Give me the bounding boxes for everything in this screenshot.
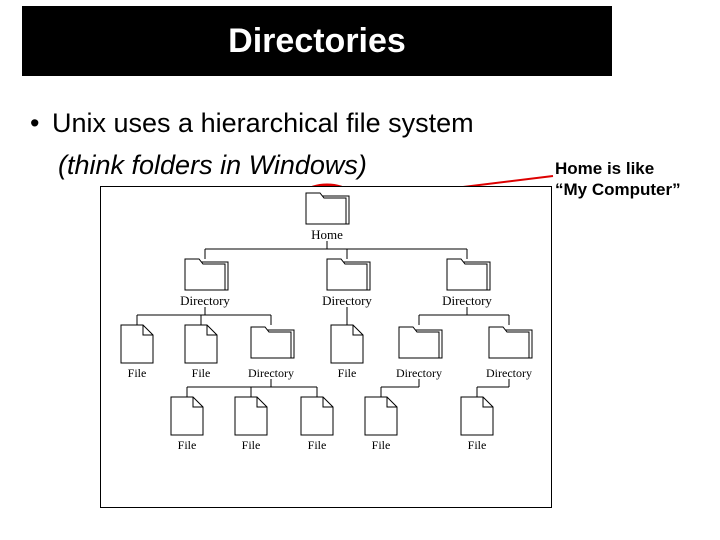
file-icon (235, 397, 267, 435)
file-icon (171, 397, 203, 435)
folder-icon (185, 259, 228, 290)
l3d-label: File (372, 438, 391, 452)
l2c1-label: Directory (396, 366, 442, 380)
l1b-label: Directory (322, 293, 372, 308)
folder-icon (251, 327, 294, 358)
file-icon (461, 397, 493, 435)
l2a3-label: Directory (248, 366, 294, 380)
file-icon (301, 397, 333, 435)
file-icon (331, 325, 363, 363)
tree-svg: Home Directory Directory Director (101, 187, 551, 507)
callout-text: Home is like “My Computer” (555, 158, 681, 201)
tree-diagram: Home Directory Directory Director (100, 186, 552, 508)
bullet-text: Unix uses a hierarchical file system (52, 108, 474, 138)
root-label: Home (311, 227, 343, 242)
file-icon (121, 325, 153, 363)
l3a-label: File (178, 438, 197, 452)
folder-icon (447, 259, 490, 290)
folder-icon (489, 327, 532, 358)
callout-line1: Home is like (555, 159, 654, 178)
l2b1-label: File (338, 366, 357, 380)
title-bar: Directories (22, 6, 612, 76)
l3e-label: File (468, 438, 487, 452)
file-icon (365, 397, 397, 435)
l2a2-label: File (192, 366, 211, 380)
folder-icon (399, 327, 442, 358)
slide: Directories •Unix uses a hierarchical fi… (0, 0, 720, 540)
callout-line2: “My Computer” (555, 180, 681, 199)
l1c-label: Directory (442, 293, 492, 308)
sub-line: (think folders in Windows) (58, 150, 367, 181)
l1a-label: Directory (180, 293, 230, 308)
folder-icon (327, 259, 370, 290)
l2c2-label: Directory (486, 366, 532, 380)
l3c-label: File (308, 438, 327, 452)
l2a1-label: File (128, 366, 147, 380)
folder-icon (306, 193, 349, 224)
bullet-line: •Unix uses a hierarchical file system (30, 108, 474, 139)
slide-title: Directories (228, 22, 406, 61)
l3b-label: File (242, 438, 261, 452)
bullet-dot: • (30, 108, 52, 139)
file-icon (185, 325, 217, 363)
